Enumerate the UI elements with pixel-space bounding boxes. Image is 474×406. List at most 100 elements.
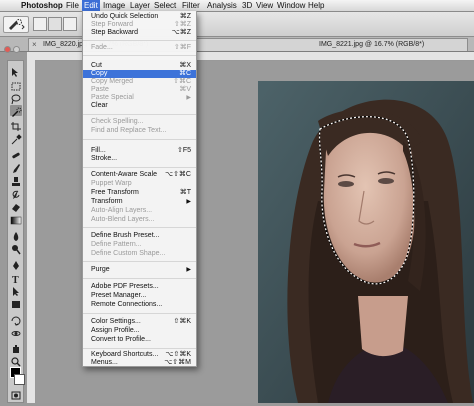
edit-menu-dropdown: Undo Quick Selection ⌘Z Step Forward ⇧⌘Z S… bbox=[82, 11, 197, 367]
menu-item-fade: Fade... ⇧⌘F bbox=[91, 44, 191, 51]
menu-item-stroke[interactable]: Stroke... bbox=[83, 155, 196, 163]
crop-tool-icon[interactable] bbox=[10, 119, 22, 131]
menu-item-auto-blend-layers: Auto-Blend Layers... bbox=[91, 216, 155, 223]
3d-orbit-tool-icon[interactable] bbox=[10, 326, 22, 337]
menu-layer[interactable]: Layer bbox=[128, 0, 152, 11]
window-controls bbox=[4, 40, 22, 58]
menu-view[interactable]: View bbox=[254, 0, 275, 11]
menu-item-cut[interactable]: Cut ⌘X bbox=[83, 62, 196, 70]
menu-separator bbox=[83, 227, 196, 228]
shape-tool-icon[interactable] bbox=[10, 297, 22, 308]
menu-file[interactable]: File bbox=[64, 0, 81, 11]
document-tab-title-2[interactable]: IMG_8221.jpg @ 16.7% (RGB/8*) bbox=[319, 39, 424, 51]
submenu-arrow-icon: ▶ bbox=[186, 199, 191, 205]
document-tab-strip: × IMG_8220.jpg @ 16.7% (RGB/8*) IMG_8221… bbox=[0, 37, 474, 53]
menu-filter[interactable]: Filter bbox=[180, 0, 202, 11]
menu-item-define-brush-preset[interactable]: Define Brush Preset... bbox=[83, 232, 196, 240]
menu-item-define-custom-shape: Define Custom Shape... bbox=[91, 250, 166, 257]
background-color-swatch[interactable] bbox=[14, 374, 25, 385]
menu-photoshop[interactable]: Photoshop bbox=[19, 0, 65, 11]
menu-item-menus[interactable]: Menus... ⌥⇧⌘M bbox=[83, 359, 196, 367]
clone-stamp-tool-icon[interactable] bbox=[10, 174, 22, 186]
menu-bar: Photoshop File Edit Image Layer Select F… bbox=[0, 0, 474, 12]
path-selection-tool-icon[interactable] bbox=[10, 284, 22, 296]
options-bar bbox=[0, 12, 474, 37]
menu-separator bbox=[83, 261, 196, 262]
lasso-tool-icon[interactable] bbox=[10, 92, 22, 105]
menu-separator bbox=[83, 139, 196, 140]
gradient-tool-icon[interactable] bbox=[10, 213, 22, 225]
menu-item-find-and-replace-text: Find and Replace Text... bbox=[91, 127, 167, 134]
quick-selection-tool-icon[interactable] bbox=[10, 105, 22, 117]
document-image[interactable] bbox=[258, 81, 474, 403]
menu-window[interactable]: Window bbox=[275, 0, 307, 11]
menu-separator bbox=[83, 313, 196, 314]
menu-separator bbox=[83, 114, 196, 115]
new-selection-mode-button[interactable] bbox=[33, 17, 47, 31]
menu-3d[interactable]: 3D bbox=[240, 0, 254, 11]
menu-help[interactable]: Help bbox=[306, 0, 326, 11]
menu-item-remote-connections[interactable]: Remote Connections... bbox=[83, 301, 196, 309]
close-window-button[interactable] bbox=[4, 46, 11, 53]
menu-item-adobe-pdf-presets[interactable]: Adobe PDF Presets... bbox=[83, 283, 196, 291]
zoom-tool-icon[interactable] bbox=[10, 354, 22, 367]
menu-item-content-aware-scale[interactable]: Content-Aware Scale ⌥⇧⌘C bbox=[83, 171, 196, 179]
submenu-arrow-icon: ▶ bbox=[186, 95, 191, 101]
menu-item-auto-align-layers: Auto-Align Layers... bbox=[91, 207, 153, 214]
menu-item-keyboard-shortcuts[interactable]: Keyboard Shortcuts... ⌥⇧⌘K bbox=[83, 351, 196, 359]
menu-item-copy-merged: Copy Merged ⇧⌘C bbox=[91, 78, 191, 85]
eraser-tool-icon[interactable] bbox=[10, 200, 22, 212]
marquee-tool-icon[interactable] bbox=[10, 79, 22, 91]
menu-separator bbox=[83, 55, 196, 56]
menu-item-step-forward: Step Forward ⇧⌘Z bbox=[91, 21, 191, 28]
blur-tool-icon[interactable] bbox=[10, 229, 22, 241]
menu-item-preset-manager[interactable]: Preset Manager... bbox=[83, 292, 196, 300]
history-brush-tool-icon[interactable] bbox=[10, 187, 22, 199]
toolbox: T bbox=[7, 60, 25, 403]
menu-item-puppet-warp: Puppet Warp bbox=[91, 180, 132, 187]
menu-item-undo-quick-selection[interactable]: Undo Quick Selection ⌘Z bbox=[83, 13, 196, 21]
quick-mask-icon[interactable] bbox=[10, 388, 22, 400]
menu-item-define-pattern: Define Pattern... bbox=[91, 241, 142, 248]
menu-item-free-transform[interactable]: Free Transform ⌘T bbox=[83, 189, 196, 197]
menu-item-transform[interactable]: Transform ▶ bbox=[83, 198, 196, 206]
menu-separator bbox=[83, 278, 196, 279]
left-ruler bbox=[27, 60, 36, 403]
menu-item-purge[interactable]: Purge ▶ bbox=[83, 266, 196, 274]
tool-preset-picker[interactable] bbox=[3, 16, 29, 33]
submenu-arrow-icon: ▶ bbox=[186, 267, 191, 273]
menu-image[interactable]: Image bbox=[101, 0, 127, 11]
menu-separator bbox=[83, 40, 196, 41]
quick-selection-icon bbox=[9, 19, 25, 30]
subtract-selection-mode-button[interactable] bbox=[63, 17, 77, 31]
menu-separator bbox=[83, 348, 196, 349]
type-tool-icon[interactable]: T bbox=[10, 271, 22, 286]
pen-tool-icon[interactable] bbox=[10, 258, 22, 270]
menu-item-paste: Paste ⌘V bbox=[91, 86, 191, 93]
menu-item-color-settings[interactable]: Color Settings... ⇧⌘K bbox=[83, 318, 196, 326]
menu-item-copy[interactable]: Copy ⌘C bbox=[83, 70, 196, 78]
close-tab-icon[interactable]: × bbox=[32, 39, 37, 51]
menu-item-check-spelling: Check Spelling... bbox=[91, 118, 144, 125]
healing-brush-tool-icon[interactable] bbox=[10, 148, 22, 159]
menu-item-paste-special: Paste Special ▶ bbox=[91, 94, 191, 101]
menu-item-fill[interactable]: Fill... ⇧F5 bbox=[83, 147, 196, 155]
menu-select[interactable]: Select bbox=[152, 0, 178, 11]
move-tool-icon[interactable] bbox=[10, 65, 22, 77]
brush-tool-icon[interactable] bbox=[10, 161, 22, 173]
hand-tool-icon[interactable] bbox=[10, 341, 22, 353]
svg-text:T: T bbox=[12, 275, 19, 284]
menu-separator bbox=[83, 167, 196, 168]
dodge-tool-icon[interactable] bbox=[10, 242, 22, 255]
menu-analysis[interactable]: Analysis bbox=[205, 0, 239, 11]
add-to-selection-mode-button[interactable] bbox=[48, 17, 62, 31]
3d-rotate-tool-icon[interactable] bbox=[10, 313, 22, 326]
menu-item-step-backward[interactable]: Step Backward ⌥⌘Z bbox=[83, 29, 196, 37]
menu-item-assign-profile[interactable]: Assign Profile... bbox=[83, 327, 196, 335]
menu-item-convert-to-profile[interactable]: Convert to Profile... bbox=[83, 336, 196, 344]
eyedropper-tool-icon[interactable] bbox=[10, 132, 22, 145]
menu-item-clear[interactable]: Clear bbox=[83, 102, 196, 110]
minimize-window-button[interactable] bbox=[13, 46, 20, 53]
portrait-photo bbox=[258, 81, 474, 403]
menu-edit[interactable]: Edit bbox=[82, 0, 100, 11]
